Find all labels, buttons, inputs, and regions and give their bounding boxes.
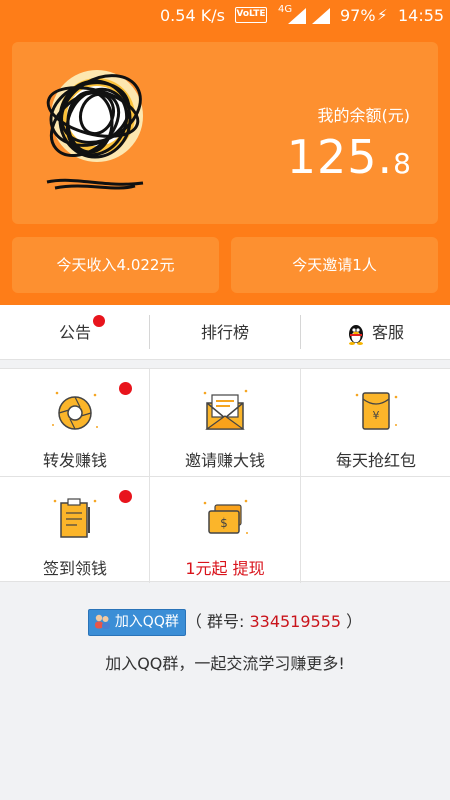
status-bar: 0.54 K/s VoLTE 4G 97% ⚡ 14:55 — [0, 0, 450, 30]
clipboard-icon — [53, 498, 97, 538]
tab-ranking-label: 排行榜 — [200, 323, 249, 342]
share-earn-badge-dot — [119, 382, 132, 395]
balance-int: 125. — [286, 130, 394, 184]
volte-badge: VoLTE — [235, 7, 267, 23]
checkin-badge-dot — [119, 490, 132, 503]
feature-grid: 转发赚钱 邀请赚大钱 ¥ 每天抢红包 签到领钱 $ 1元起 提现 — [0, 368, 450, 584]
svg-text:¥: ¥ — [373, 409, 380, 422]
grid-item-label: 每天抢红包 — [335, 451, 416, 470]
tab-service-label: 客服 — [371, 323, 404, 342]
tab-customer-service[interactable]: 客服 — [300, 305, 450, 360]
qq-group-tip: 加入QQ群，一起交流学习赚更多! — [105, 654, 345, 673]
tab-notice[interactable]: 公告 — [0, 305, 150, 360]
grid-item-label: 转发赚钱 — [42, 451, 107, 470]
cash-icon: $ — [203, 499, 248, 534]
balance-value: 125.8 — [287, 130, 412, 184]
signal-icon-2 — [312, 8, 330, 24]
tab-row: 公告 排行榜 客服 — [0, 305, 450, 360]
battery-level: 97% — [340, 6, 376, 25]
qq-group-open-paren: （ — [185, 612, 202, 631]
today-income-button[interactable]: 今天收入4.022元 — [12, 237, 219, 293]
qq-group-row: 加入QQ群 （ 群号: 334519555 ） — [0, 608, 450, 636]
clock: 14:55 — [398, 6, 445, 25]
grid-item-invite-earn[interactable]: 邀请赚大钱 — [150, 369, 300, 476]
grid-item-label: 签到领钱 — [42, 559, 107, 578]
balance-decimal: 8 — [393, 147, 412, 180]
grid-item-red-packet[interactable]: ¥ 每天抢红包 — [301, 369, 450, 476]
network-speed: 0.54 K/s — [160, 6, 225, 25]
qq-group-close-paren: ） — [341, 612, 363, 631]
group-people-icon — [94, 614, 110, 629]
grid-item-withdraw[interactable]: $ 1元起 提现 — [150, 477, 300, 584]
notice-badge-dot — [93, 315, 105, 327]
avatar[interactable] — [35, 64, 170, 199]
envelope-icon — [203, 389, 248, 430]
tab-ranking[interactable]: 排行榜 — [150, 305, 300, 360]
balance-label: 我的余额(元) — [317, 106, 411, 125]
tab-notice-label: 公告 — [58, 323, 91, 342]
signal-icon — [288, 8, 306, 24]
qq-penguin-icon — [348, 324, 363, 345]
svg-text:$: $ — [220, 516, 228, 530]
aperture-icon — [52, 391, 98, 430]
red-packet-icon: ¥ — [355, 392, 398, 430]
join-qq-group-label: 加入QQ群 — [114, 614, 179, 630]
grid-item-label: 邀请赚大钱 — [184, 451, 265, 470]
qq-group-number: 334519555 — [249, 612, 342, 631]
join-qq-group-button[interactable]: 加入QQ群 — [87, 609, 186, 636]
qq-group-prefix: 群号: — [201, 612, 250, 631]
charging-icon: ⚡ — [377, 6, 388, 24]
grid-item-label: 1元起 提现 — [185, 559, 265, 578]
today-invite-button[interactable]: 今天邀请1人 — [231, 237, 438, 293]
